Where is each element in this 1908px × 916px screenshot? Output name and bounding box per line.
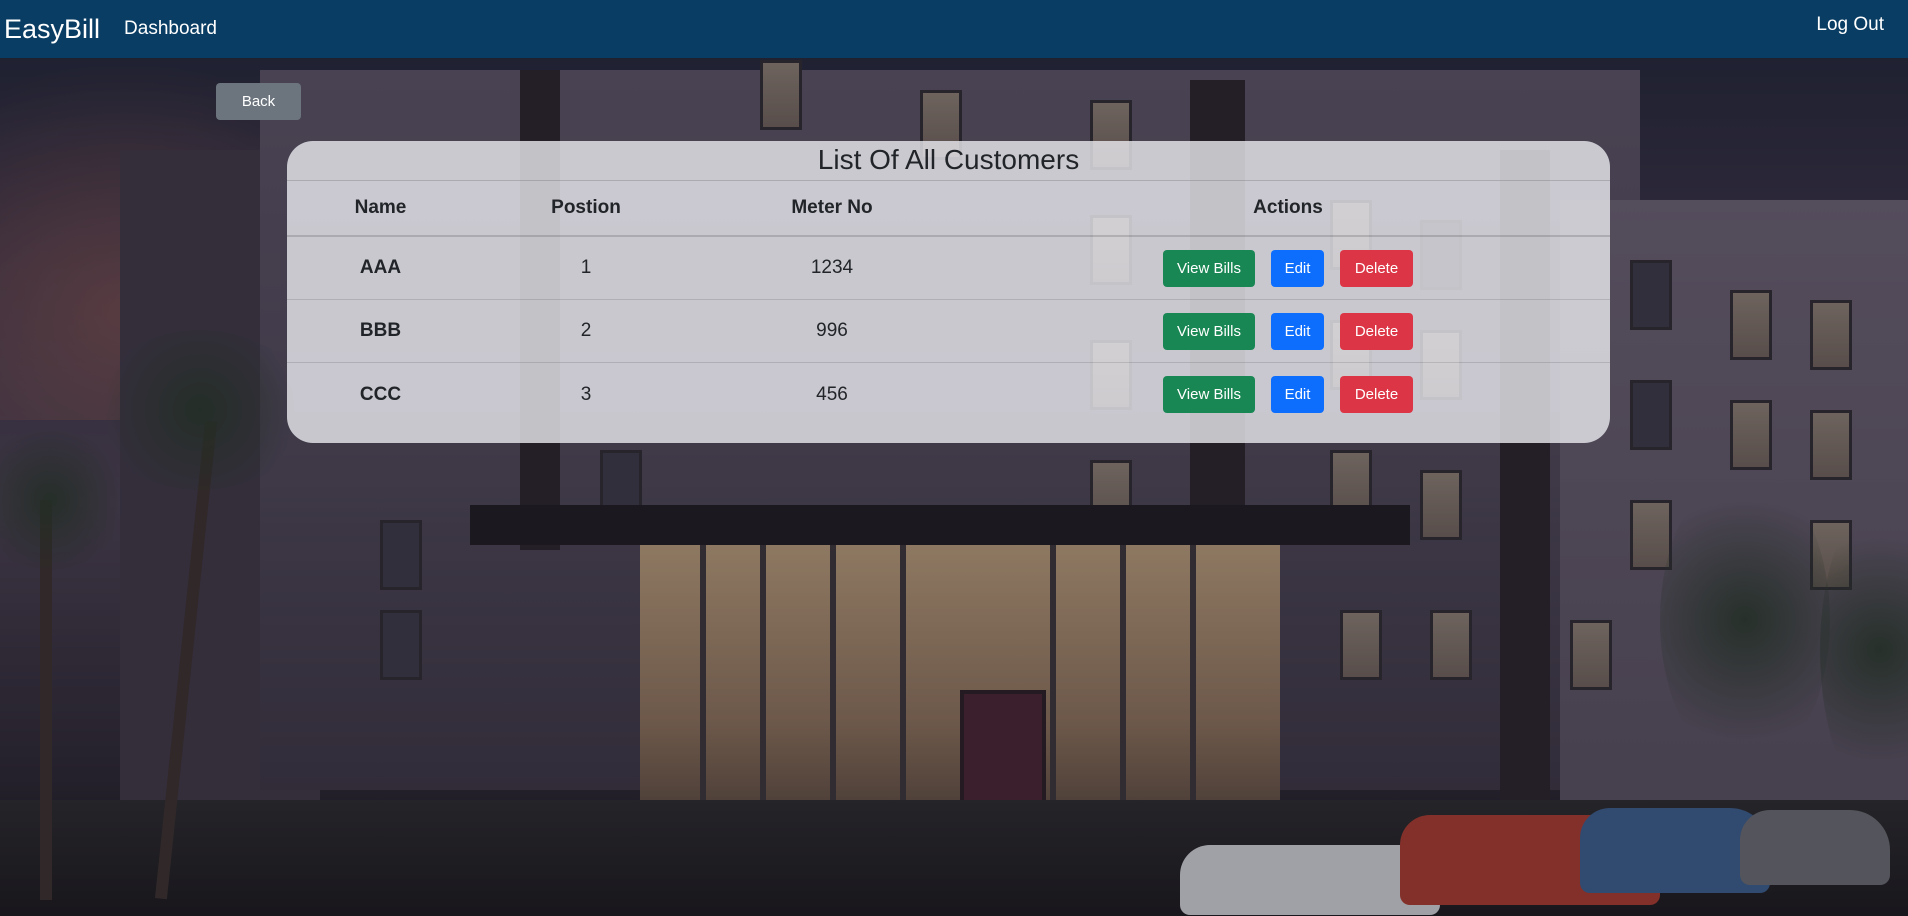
customer-meter-no: 1234 xyxy=(810,257,854,278)
customer-position: 3 xyxy=(580,383,592,405)
customer-name: CCC xyxy=(359,383,402,405)
column-header-actions: Actions xyxy=(1253,197,1323,218)
customers-card: List Of All Customers Name Postion Meter… xyxy=(287,141,1610,443)
edit-button[interactable]: Edit xyxy=(1271,312,1324,350)
delete-button[interactable]: Delete xyxy=(1340,376,1413,413)
customer-name: BBB xyxy=(359,320,402,341)
customer-name: AAA xyxy=(359,257,402,278)
page-title: List Of All Customers xyxy=(287,141,1610,181)
edit-button[interactable]: Edit xyxy=(1271,249,1324,287)
column-header-name: Name xyxy=(354,197,407,218)
view-bills-button[interactable]: View Bills xyxy=(1163,312,1255,350)
background-image xyxy=(0,0,1908,916)
row-actions: View Bills Edit Delete xyxy=(966,249,1610,287)
customer-position: 2 xyxy=(580,320,592,341)
delete-button[interactable]: Delete xyxy=(1340,312,1413,350)
row-actions: View Bills Edit Delete xyxy=(966,312,1610,350)
view-bills-button[interactable]: View Bills xyxy=(1163,376,1255,413)
edit-button[interactable]: Edit xyxy=(1271,376,1324,413)
navbar: EasyBill Dashboard Log Out xyxy=(0,0,1908,58)
customer-meter-no: 456 xyxy=(816,383,848,405)
nav-link-dashboard[interactable]: Dashboard xyxy=(124,0,217,58)
table-header: Name Postion Meter No Actions xyxy=(287,181,1610,237)
column-header-position: Postion xyxy=(551,197,621,218)
customer-position: 1 xyxy=(580,257,592,278)
brand-logo[interactable]: EasyBill xyxy=(4,0,100,58)
table-row: AAA 1 1234 View Bills Edit Delete xyxy=(287,237,1610,300)
back-button[interactable]: Back xyxy=(216,83,301,120)
row-actions: View Bills Edit Delete xyxy=(966,376,1610,413)
column-header-meter-no: Meter No xyxy=(791,197,873,218)
customer-meter-no: 996 xyxy=(816,320,848,341)
logout-link[interactable]: Log Out xyxy=(1816,0,1884,50)
table-row: CCC 3 456 View Bills Edit Delete xyxy=(287,363,1610,426)
delete-button[interactable]: Delete xyxy=(1340,249,1413,287)
table-row: BBB 2 996 View Bills Edit Delete xyxy=(287,300,1610,363)
view-bills-button[interactable]: View Bills xyxy=(1163,249,1255,287)
